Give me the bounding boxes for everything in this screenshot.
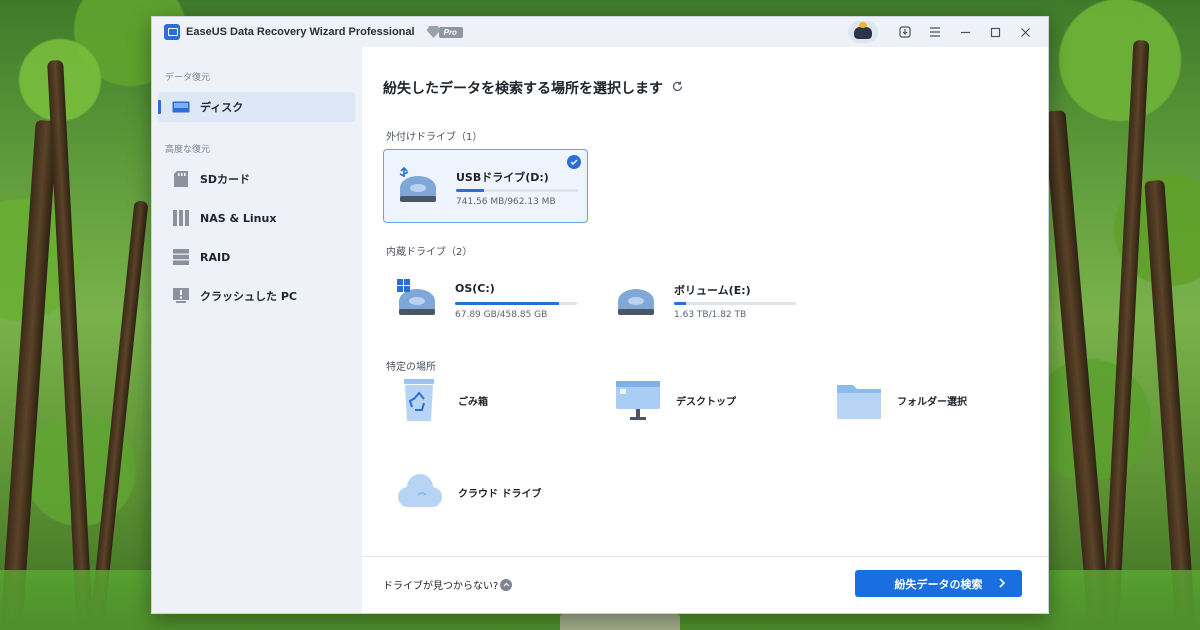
window-controls: [848, 17, 1040, 47]
sidebar-item-label: RAID: [200, 250, 231, 264]
app-window: EaseUS Data Recovery Wizard Professional…: [151, 16, 1049, 614]
sidebar-item-disk[interactable]: ディスク: [158, 92, 355, 122]
drive-size: 741.56 MB/962.13 MB: [456, 197, 556, 207]
close-icon[interactable]: [1010, 17, 1040, 47]
volume-drive-icon: [618, 289, 654, 315]
internal-drives-label: 内蔵ドライブ（2）: [386, 247, 473, 258]
location-folder[interactable]: フォルダー選択: [835, 375, 967, 425]
drive-card-os[interactable]: OS(C:) 67.89 GB/458.85 GB: [383, 263, 588, 337]
location-cloud-drive[interactable]: クラウド ドライブ: [396, 467, 541, 517]
sidebar-item-label: SDカード: [200, 173, 251, 186]
page-title-text: 紛失したデータを検索する場所を選択します: [383, 81, 663, 97]
location-label: デスクトップ: [676, 396, 736, 408]
title-bar: EaseUS Data Recovery Wizard Professional…: [152, 17, 1048, 47]
drive-card-volume[interactable]: ボリューム(E:) 1.63 TB/1.82 TB: [602, 263, 807, 337]
specific-locations-label: 特定の場所: [386, 362, 436, 373]
drive-usage-fill: [456, 189, 485, 192]
os-drive-icon: [397, 279, 435, 315]
pro-label: Pro: [438, 26, 463, 38]
section-advanced-recovery: 高度な復元: [165, 145, 211, 155]
maximize-icon[interactable]: [980, 17, 1010, 47]
sidebar-item-sd-card[interactable]: SDカード: [158, 164, 355, 194]
folder-icon: [837, 385, 881, 419]
drive-not-found-link[interactable]: ドライブが見つからない?: [383, 577, 513, 592]
app-title: EaseUS Data Recovery Wizard Professional: [186, 26, 415, 38]
external-drives-label: 外付けドライブ（1）: [386, 132, 483, 143]
sd-card-icon: [172, 171, 190, 187]
chevron-up-icon: [500, 578, 513, 591]
account-avatar-icon[interactable]: [848, 21, 878, 43]
location-desktop[interactable]: デスクトップ: [614, 375, 736, 425]
drive-usage-fill: [455, 302, 559, 305]
drive-usage-bar: [674, 302, 796, 305]
drive-size: 67.89 GB/458.85 GB: [455, 310, 548, 320]
desktop-icon: [616, 381, 660, 420]
footer-bar: ドライブが見つからない? 紛失データの検索: [362, 556, 1048, 613]
sidebar-item-nas-linux[interactable]: NAS & Linux: [158, 203, 355, 233]
location-label: ごみ箱: [458, 396, 488, 408]
menu-icon[interactable]: [920, 17, 950, 47]
drive-usage-bar: [456, 189, 578, 192]
update-icon[interactable]: [890, 17, 920, 47]
scan-button-label: 紛失データの検索: [894, 577, 983, 591]
raid-icon: [172, 249, 190, 265]
help-text: ドライブが見つからない?: [383, 581, 499, 592]
sidebar-item-label: クラッシュした PC: [200, 290, 297, 303]
disk-icon: [172, 99, 190, 115]
drive-name: USBドライブ(D:): [456, 171, 549, 184]
location-label: クラウド ドライブ: [458, 488, 542, 500]
location-label: フォルダー選択: [897, 396, 967, 408]
section-data-recovery: データ復元: [165, 73, 211, 83]
sidebar: データ復元 ディスク 高度な復元 SDカード NAS & Linux RAID: [152, 47, 361, 613]
drive-name: ボリューム(E:): [674, 284, 751, 297]
drive-card-usb[interactable]: USBドライブ(D:) 741.56 MB/962.13 MB: [383, 149, 588, 223]
sidebar-item-label: ディスク: [200, 101, 244, 114]
main-pane: 紛失したデータを検索する場所を選択します 外付けドライブ（1） USBドライブ(…: [362, 47, 1048, 613]
chevron-right-icon: [998, 576, 1006, 593]
sidebar-item-raid[interactable]: RAID: [158, 242, 355, 272]
minimize-icon[interactable]: [950, 17, 980, 47]
check-icon: [567, 155, 581, 169]
pro-badge: Pro: [426, 26, 463, 38]
location-recycle-bin[interactable]: ごみ箱: [396, 375, 488, 425]
cloud-icon: [398, 474, 442, 507]
crashed-pc-icon: [172, 288, 190, 304]
nas-icon: [172, 210, 190, 226]
drive-usage-fill: [674, 302, 687, 305]
sidebar-item-crashed-pc[interactable]: クラッシュした PC: [158, 281, 355, 311]
page-title: 紛失したデータを検索する場所を選択します: [383, 78, 684, 98]
app-logo-icon: [164, 24, 180, 40]
drive-usage-bar: [455, 302, 577, 305]
usb-drive-icon: [399, 166, 436, 202]
sidebar-item-label: NAS & Linux: [200, 211, 277, 225]
scan-button[interactable]: 紛失データの検索: [855, 570, 1022, 597]
drive-size: 1.63 TB/1.82 TB: [674, 310, 747, 320]
refresh-icon[interactable]: [671, 80, 684, 97]
drive-name: OS(C:): [455, 282, 495, 295]
recycle-bin-icon: [404, 379, 434, 421]
